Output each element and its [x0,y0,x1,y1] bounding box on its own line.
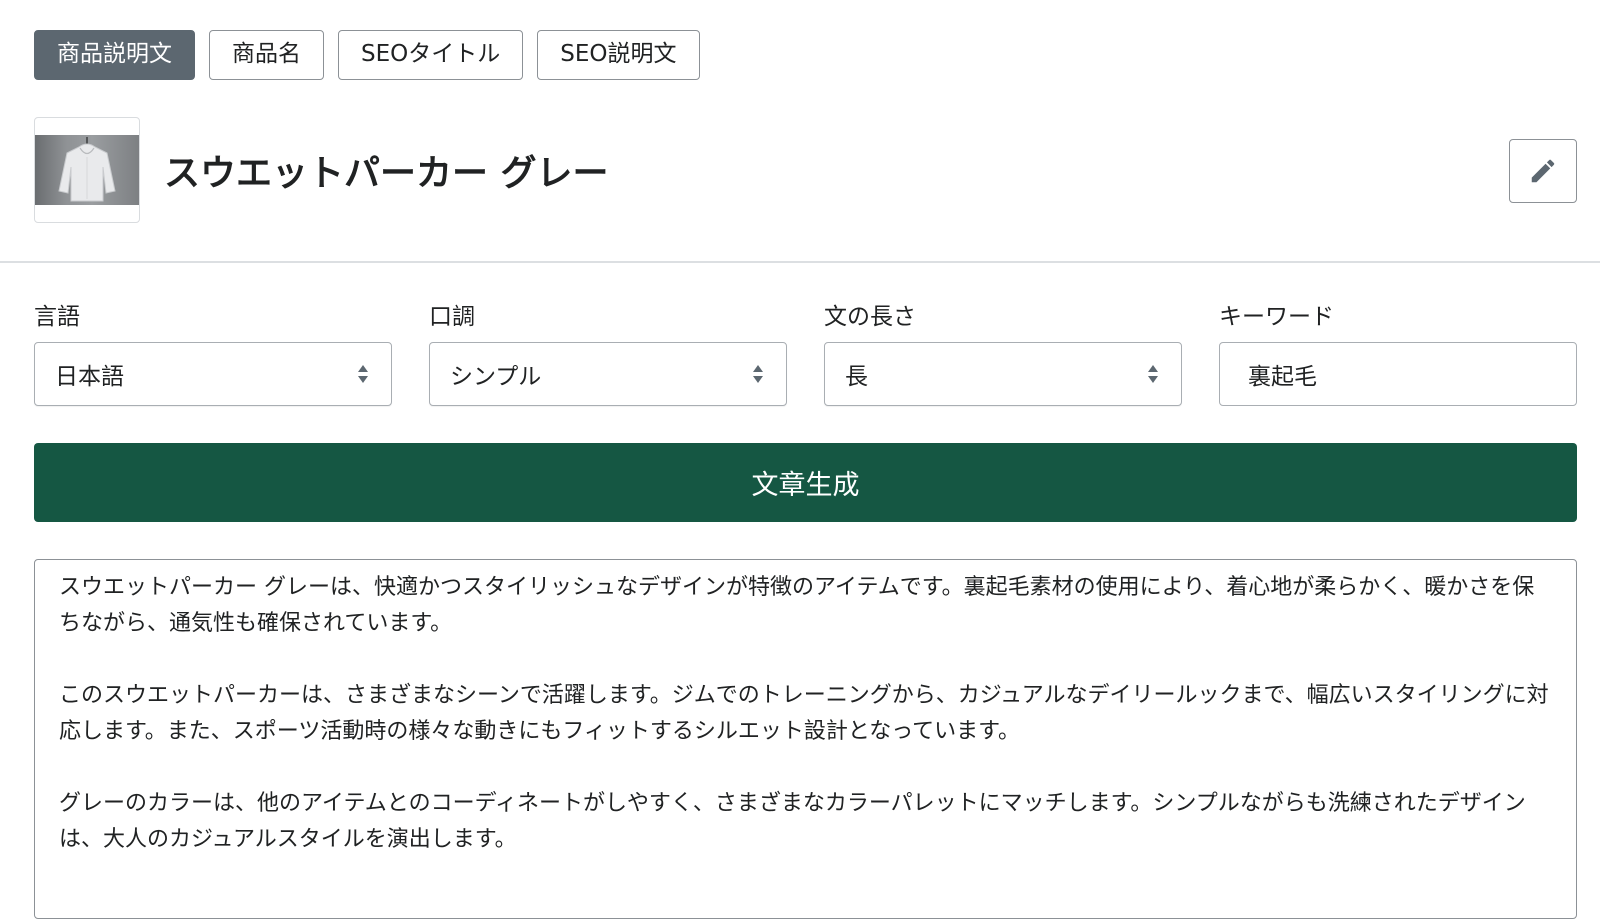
output-paragraph: スウエットパーカー グレーは、快適かつスタイリッシュなデザインが特徴のアイテムで… [59,575,1535,636]
tone-field: 口調 シンプル [429,300,787,406]
product-thumbnail [34,117,140,223]
tab-bar: 商品説明文 商品名 SEOタイトル SEO説明文 [34,30,700,80]
keyword-label: キーワード [1219,304,1334,330]
length-field: 文の長さ 長 [824,300,1182,406]
tone-select[interactable]: シンプル [429,342,787,406]
pencil-icon [1531,159,1555,183]
hoodie-image [58,137,116,202]
keyword-input[interactable] [1219,342,1577,406]
tone-label: 口調 [429,304,475,330]
length-label: 文の長さ [824,304,916,330]
edit-button[interactable] [1509,139,1577,203]
product-title: スウエットパーカー グレー [164,153,609,194]
tab-product-name[interactable]: 商品名 [209,30,324,80]
tab-seo-description[interactable]: SEO説明文 [537,30,700,80]
language-label: 言語 [34,304,80,330]
section-divider [0,261,1600,263]
language-select[interactable]: 日本語 [34,342,392,406]
tab-product-description[interactable]: 商品説明文 [34,30,195,80]
language-value: 日本語 [55,364,124,390]
length-value: 長 [845,364,868,390]
select-arrows-icon [358,365,368,383]
generate-button-label: 文章生成 [751,470,860,501]
tone-value: シンプル [450,364,542,390]
keyword-field: キーワード [1219,300,1577,406]
length-select[interactable]: 長 [824,342,1182,406]
output-paragraph: グレーのカラーは、他のアイテムとのコーディネートがしやすく、さまざまなカラーパレ… [59,791,1526,852]
generated-text-area[interactable]: スウエットパーカー グレーは、快適かつスタイリッシュなデザインが特徴のアイテムで… [34,559,1577,919]
language-field: 言語 日本語 [34,300,392,406]
tab-seo-title[interactable]: SEOタイトル [338,30,524,80]
select-arrows-icon [753,365,763,383]
select-arrows-icon [1148,365,1158,383]
product-header: スウエットパーカー グレー [34,117,609,223]
hoodie-photo [35,135,139,205]
generate-button[interactable]: 文章生成 [34,443,1577,522]
output-paragraph: このスウエットパーカーは、さまざまなシーンで活躍します。ジムでのトレーニングから… [59,683,1549,744]
